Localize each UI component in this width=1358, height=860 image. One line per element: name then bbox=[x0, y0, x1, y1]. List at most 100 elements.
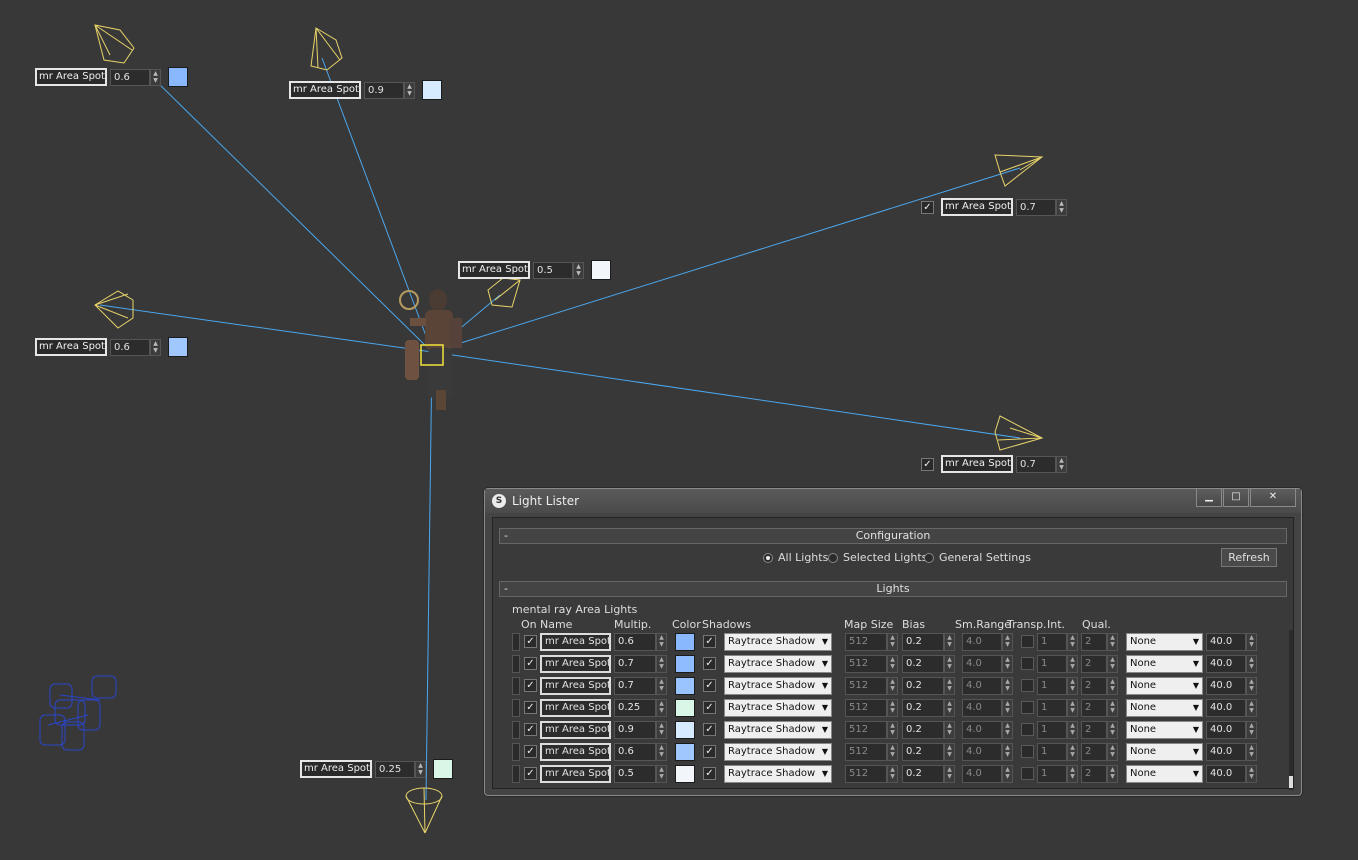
light-multiplier-field[interactable]: 0.6 bbox=[110, 68, 150, 86]
spinner-icon[interactable]: ▲ ▼ bbox=[887, 721, 898, 739]
color-swatch[interactable] bbox=[675, 721, 695, 739]
spinner-icon[interactable]: ▲ ▼ bbox=[1246, 721, 1257, 739]
qual-field[interactable]: 2 bbox=[1081, 633, 1107, 651]
spinner-icon[interactable]: ▲ ▼ bbox=[1002, 633, 1013, 651]
spinner-icon[interactable]: ▲ ▼ bbox=[656, 743, 667, 761]
viewport-light-tag[interactable]: mr Area Spot 0.6 ▲ ▼ bbox=[35, 337, 188, 357]
none-dropdown[interactable]: None ▼ bbox=[1126, 765, 1203, 783]
none-dropdown[interactable]: None ▼ bbox=[1126, 677, 1203, 695]
light-on-checkbox[interactable]: ✓ bbox=[921, 200, 934, 214]
light-name-field[interactable]: mr Area Spot bbox=[35, 68, 107, 86]
transp-checkbox[interactable]: ✓ bbox=[1021, 657, 1034, 670]
spinner-icon[interactable]: ▲ ▼ bbox=[944, 721, 955, 739]
color-swatch[interactable] bbox=[675, 765, 695, 783]
on-checkbox[interactable]: ✓ bbox=[524, 767, 537, 780]
shadows-checkbox[interactable]: ✓ bbox=[703, 745, 716, 758]
spinner-icon[interactable]: ▲ ▼ bbox=[1246, 743, 1257, 761]
shadows-checkbox[interactable]: ✓ bbox=[703, 657, 716, 670]
configuration-rollout-header[interactable]: - Configuration bbox=[499, 528, 1287, 544]
light-name-field[interactable]: mr Area Spot bbox=[458, 261, 530, 279]
spinner-icon[interactable]: ▲ ▼ bbox=[1067, 765, 1078, 783]
color-swatch[interactable] bbox=[675, 699, 695, 717]
radio-selected-lights[interactable]: Selected Lights bbox=[828, 551, 927, 564]
spinner-icon[interactable]: ▲ ▼ bbox=[1067, 699, 1078, 717]
value-field[interactable]: 40.0 bbox=[1206, 699, 1246, 717]
light-color-swatch[interactable] bbox=[422, 80, 442, 100]
int-field[interactable]: 1 bbox=[1037, 655, 1067, 673]
spinner-icon[interactable]: ▲ ▼ bbox=[573, 261, 584, 279]
transp-checkbox[interactable]: ✓ bbox=[1021, 701, 1034, 714]
spinner-icon[interactable]: ▲ ▼ bbox=[944, 743, 955, 761]
spinner-icon[interactable]: ▲ ▼ bbox=[1107, 743, 1118, 761]
spinner-icon[interactable]: ▲ ▼ bbox=[656, 765, 667, 783]
int-field[interactable]: 1 bbox=[1037, 677, 1067, 695]
light-name-field[interactable]: mr Area Spot bbox=[289, 81, 361, 99]
value-field[interactable]: 40.0 bbox=[1206, 743, 1246, 761]
qual-field[interactable]: 2 bbox=[1081, 677, 1107, 695]
refresh-button[interactable]: Refresh bbox=[1221, 548, 1277, 567]
transp-checkbox[interactable]: ✓ bbox=[1021, 679, 1034, 692]
light-name-field[interactable]: mr Area Spot bbox=[540, 655, 611, 673]
sm-range-field[interactable]: 4.0 bbox=[962, 633, 1002, 651]
light-multiplier-field[interactable]: 0.7 bbox=[1016, 198, 1056, 216]
color-swatch[interactable] bbox=[675, 677, 695, 695]
light-name-field[interactable]: mr Area Spot bbox=[540, 699, 611, 717]
spinner-icon[interactable]: ▲ ▼ bbox=[1067, 655, 1078, 673]
scrollbar-thumb[interactable] bbox=[1289, 776, 1293, 788]
spinner-icon[interactable]: ▲ ▼ bbox=[1002, 765, 1013, 783]
spinner-icon[interactable]: ▲ ▼ bbox=[887, 633, 898, 651]
value-field[interactable]: 40.0 bbox=[1206, 677, 1246, 695]
spinner-icon[interactable]: ▲ ▼ bbox=[1246, 633, 1257, 651]
viewport-light-tag[interactable]: ✓ mr Area Spot 0.7 ▲ ▼ bbox=[921, 455, 1067, 473]
spinner-icon[interactable]: ▲ ▼ bbox=[1107, 699, 1118, 717]
multiplier-field[interactable]: 0.7 bbox=[614, 677, 656, 695]
sm-range-field[interactable]: 4.0 bbox=[962, 743, 1002, 761]
close-button[interactable]: ✕ bbox=[1250, 489, 1296, 507]
spinner-icon[interactable]: ▲ ▼ bbox=[1246, 677, 1257, 695]
light-lister-dialog[interactable]: S Light Lister ▁ □ ✕ - Configuration All… bbox=[484, 488, 1302, 796]
color-swatch[interactable] bbox=[675, 743, 695, 761]
light-multiplier-field[interactable]: 0.25 bbox=[375, 760, 415, 778]
spinner-icon[interactable]: ▲ ▼ bbox=[887, 699, 898, 717]
row-select-handle[interactable] bbox=[512, 633, 520, 651]
qual-field[interactable]: 2 bbox=[1081, 721, 1107, 739]
spinner-icon[interactable]: ▲ ▼ bbox=[887, 743, 898, 761]
map-size-field[interactable]: 512 bbox=[845, 633, 887, 651]
minimize-button[interactable]: ▁ bbox=[1196, 489, 1222, 507]
spinner-icon[interactable]: ▲ ▼ bbox=[944, 677, 955, 695]
value-field[interactable]: 40.0 bbox=[1206, 633, 1246, 651]
spinner-icon[interactable]: ▲ ▼ bbox=[1002, 677, 1013, 695]
none-dropdown[interactable]: None ▼ bbox=[1126, 633, 1203, 651]
value-field[interactable]: 40.0 bbox=[1206, 721, 1246, 739]
sm-range-field[interactable]: 4.0 bbox=[962, 721, 1002, 739]
light-name-field[interactable]: mr Area Spot bbox=[540, 677, 611, 695]
light-name-field[interactable]: mr Area Spot bbox=[35, 338, 107, 356]
shadows-checkbox[interactable]: ✓ bbox=[703, 723, 716, 736]
row-select-handle[interactable] bbox=[512, 743, 520, 761]
spinner-icon[interactable]: ▲ ▼ bbox=[1067, 743, 1078, 761]
value-field[interactable]: 40.0 bbox=[1206, 765, 1246, 783]
row-select-handle[interactable] bbox=[512, 699, 520, 717]
sm-range-field[interactable]: 4.0 bbox=[962, 677, 1002, 695]
spinner-icon[interactable]: ▲ ▼ bbox=[1067, 677, 1078, 695]
spinner-icon[interactable]: ▲ ▼ bbox=[887, 765, 898, 783]
spinner-icon[interactable]: ▲ ▼ bbox=[944, 655, 955, 673]
shadows-checkbox[interactable]: ✓ bbox=[703, 679, 716, 692]
bias-field[interactable]: 0.2 bbox=[902, 765, 944, 783]
viewport-light-tag[interactable]: mr Area Spot 0.9 ▲ ▼ bbox=[289, 80, 442, 100]
map-size-field[interactable]: 512 bbox=[845, 721, 887, 739]
row-select-handle[interactable] bbox=[512, 677, 520, 695]
sm-range-field[interactable]: 4.0 bbox=[962, 699, 1002, 717]
none-dropdown[interactable]: None ▼ bbox=[1126, 655, 1203, 673]
shadow-type-dropdown[interactable]: Raytrace Shadow ▼ bbox=[724, 633, 832, 651]
light-name-field[interactable]: mr Area Spot bbox=[300, 760, 372, 778]
color-swatch[interactable] bbox=[675, 655, 695, 673]
spinner-icon[interactable]: ▲ ▼ bbox=[150, 338, 161, 356]
transp-checkbox[interactable]: ✓ bbox=[1021, 635, 1034, 648]
qual-field[interactable]: 2 bbox=[1081, 699, 1107, 717]
spinner-icon[interactable]: ▲ ▼ bbox=[656, 677, 667, 695]
spinner-icon[interactable]: ▲ ▼ bbox=[1107, 633, 1118, 651]
multiplier-field[interactable]: 0.6 bbox=[614, 743, 656, 761]
row-select-handle[interactable] bbox=[512, 655, 520, 673]
multiplier-field[interactable]: 0.9 bbox=[614, 721, 656, 739]
